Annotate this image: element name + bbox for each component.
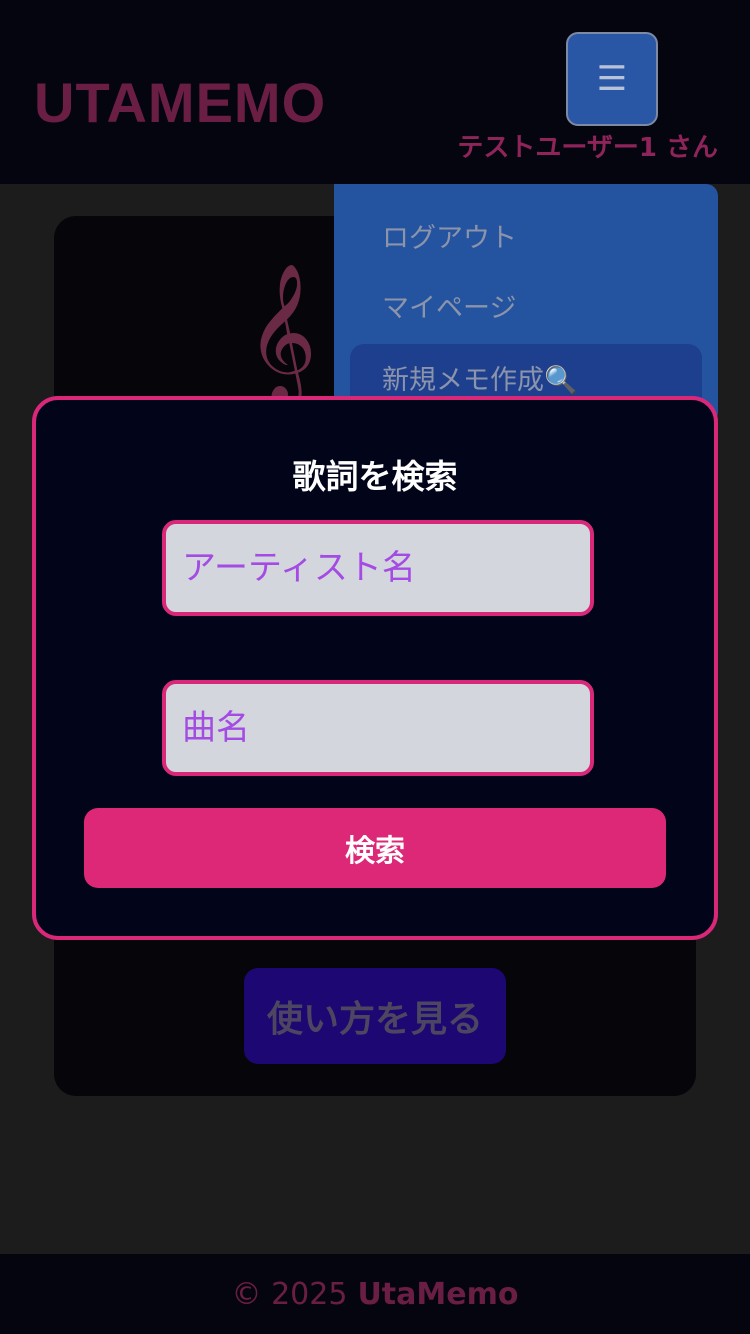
hamburger-icon: ☰ — [596, 59, 628, 99]
user-greeting: テストユーザー1 さん — [457, 133, 718, 163]
app-logo[interactable]: UTAMEMO — [34, 68, 326, 138]
artist-name-input[interactable] — [162, 520, 594, 616]
app-header: UTAMEMO ☰ テストユーザー1 さん — [0, 0, 750, 184]
song-title-input[interactable] — [162, 680, 594, 776]
modal-title: 歌詞を検索 — [292, 457, 458, 496]
lyrics-search-modal: 歌詞を検索 検索 — [32, 396, 718, 940]
how-to-use-button[interactable]: 使い方を見る — [244, 968, 506, 1064]
menu-item-logout[interactable]: ログアウト — [350, 202, 702, 268]
dropdown-menu: ログアウト マイページ 新規メモ作成🔍 — [334, 184, 718, 424]
app-footer: © 2025 UtaMemo — [0, 1254, 750, 1334]
search-button[interactable]: 検索 — [84, 808, 666, 888]
hamburger-menu-button[interactable]: ☰ — [566, 32, 658, 126]
footer-brand: UtaMemo — [357, 1276, 519, 1312]
copyright-text: © 2025 — [231, 1276, 348, 1312]
treble-clef-icon: 𝄞 — [246, 263, 317, 402]
menu-item-mypage[interactable]: マイページ — [350, 272, 702, 338]
